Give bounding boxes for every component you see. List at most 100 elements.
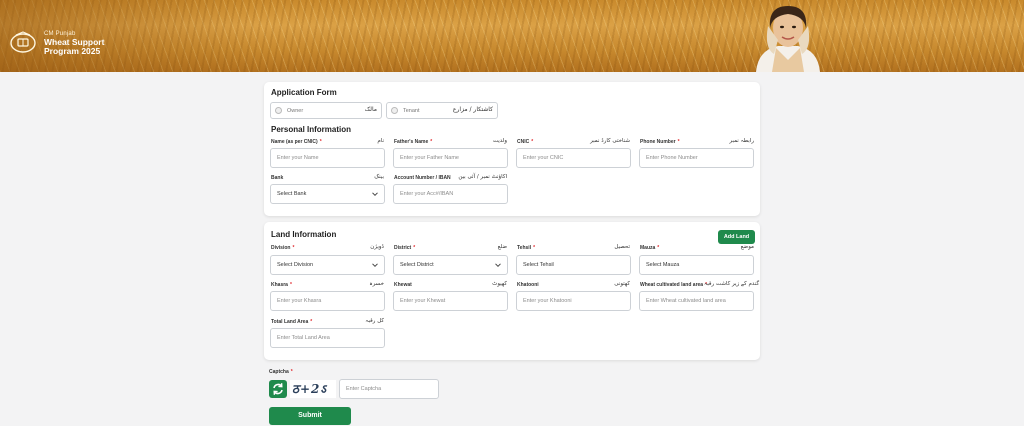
land-information-card: Land Information Add Land Division * ڈویژ… — [264, 222, 760, 360]
chief-minister-portrait — [756, 6, 820, 72]
tenant-radio[interactable] — [391, 107, 398, 114]
captcha-refresh-button[interactable] — [269, 380, 287, 398]
khasra-input[interactable]: Enter your Khasra — [270, 291, 385, 311]
division-select[interactable]: Select Division — [270, 255, 385, 275]
account-label: Account Number / IBAN — [394, 175, 451, 181]
khasra-label-text: Khasra — [271, 282, 288, 288]
name-label: Name (as per CNIC) * — [271, 139, 322, 145]
tenant-option[interactable]: Tenant کاشتکار / مزارع — [386, 102, 498, 119]
land-information-title: Land Information — [271, 230, 337, 239]
division-select-value: Select Division — [277, 262, 314, 268]
mauza-urdu-label: موضع — [740, 244, 754, 250]
required-asterisk: * — [531, 139, 534, 145]
captcha-label-text: Captcha — [269, 369, 289, 375]
district-label: District * — [394, 245, 415, 251]
wheat-area-urdu-label: گندم کے زیر کاشت رقبہ — [704, 281, 760, 287]
tenant-urdu-label: کاشتکار / مزارع — [452, 106, 493, 113]
name-label-text: Name (as per CNIC) — [271, 139, 318, 145]
bank-label: Bank — [271, 175, 284, 181]
khasra-label: Khasra * — [271, 282, 292, 288]
cnic-label: CNIC * — [517, 139, 533, 145]
required-asterisk: * — [290, 369, 293, 375]
khewat-urdu-label: کھیوٹ — [492, 281, 507, 287]
chevron-down-icon — [372, 263, 378, 268]
owner-urdu-label: مالک — [364, 106, 377, 113]
required-asterisk: * — [430, 139, 433, 145]
owner-radio[interactable] — [275, 107, 282, 114]
mauza-select[interactable]: Select Mauza — [639, 255, 754, 275]
tehsil-label: Tehsil * — [517, 245, 535, 251]
cnic-input[interactable]: Enter your CNIC — [516, 148, 631, 168]
name-urdu-label: نام — [377, 138, 384, 144]
cnic-label-text: CNIC — [517, 139, 530, 145]
cnic-urdu-label: شناختی کارڈ نمبر — [590, 138, 630, 144]
header-banner: CM Punjab Wheat Support Program 2025 — [0, 0, 1024, 72]
district-select[interactable]: Select District — [393, 255, 508, 275]
division-label: Division * — [271, 245, 294, 251]
captcha-label: Captcha * — [269, 369, 293, 375]
required-asterisk: * — [310, 319, 313, 325]
phone-label-text: Phone Number — [640, 139, 676, 145]
required-asterisk: * — [413, 245, 416, 251]
owner-option[interactable]: Owner مالک — [270, 102, 382, 119]
tehsil-urdu-label: تحصیل — [614, 244, 630, 250]
khatooni-urdu-label: کھتونی — [614, 281, 630, 287]
brand-title-line2: Program 2025 — [44, 46, 101, 56]
required-asterisk: * — [677, 139, 680, 145]
phone-input[interactable]: Enter Phone Number — [639, 148, 754, 168]
punjab-logo-icon — [10, 31, 36, 53]
add-land-button[interactable]: Add Land — [718, 230, 755, 244]
brand-title: Wheat Support Program 2025 — [44, 38, 154, 56]
application-form-title: Application Form — [271, 88, 337, 97]
name-input[interactable]: Enter your Name — [270, 148, 385, 168]
mauza-label-text: Mauza — [640, 245, 656, 251]
district-select-value: Select District — [400, 262, 434, 268]
tenant-label: Tenant — [403, 108, 420, 114]
chevron-down-icon — [372, 192, 378, 197]
father-name-urdu-label: ولدیت — [492, 138, 507, 144]
account-input[interactable]: Enter your Acc#/IBAN — [393, 184, 508, 204]
total-area-urdu-label: کل رقبہ — [365, 318, 384, 324]
chevron-down-icon — [495, 263, 501, 268]
account-urdu-label: اکاؤنٹ نمبر / آئی بین — [458, 174, 507, 180]
application-form-card: Application Form Owner مالک Tenant کاشتک… — [264, 82, 760, 216]
required-asterisk: * — [533, 245, 536, 251]
khatooni-label: Khatooni — [517, 282, 539, 288]
division-label-text: Division — [271, 245, 291, 251]
bank-urdu-label: بینک — [374, 174, 384, 180]
banner-shade — [0, 0, 260, 72]
district-label-text: District — [394, 245, 412, 251]
khasra-urdu-label: خسرہ — [369, 281, 384, 287]
bank-select[interactable]: Select Bank — [270, 184, 385, 204]
father-name-label-text: Father's Name — [394, 139, 429, 145]
submit-button[interactable]: Submit — [269, 407, 351, 425]
khatooni-input[interactable]: Enter your Khatooni — [516, 291, 631, 311]
district-urdu-label: ضلع — [497, 244, 507, 250]
father-name-label: Father's Name * — [394, 139, 432, 145]
required-asterisk: * — [657, 245, 660, 251]
total-area-label: Total Land Area * — [271, 319, 312, 325]
tehsil-label-text: Tehsil — [517, 245, 532, 251]
khewat-input[interactable]: Enter your Khewat — [393, 291, 508, 311]
phone-urdu-label: رابطہ نمبر — [729, 138, 754, 144]
bank-select-value: Select Bank — [277, 191, 307, 197]
father-name-input[interactable]: Enter your Father Name — [393, 148, 508, 168]
total-area-label-text: Total Land Area — [271, 319, 309, 325]
required-asterisk: * — [292, 245, 295, 251]
captcha-input[interactable]: Enter Captcha — [339, 379, 439, 399]
wheat-area-input[interactable]: Enter Wheat cultivated land area — [639, 291, 754, 311]
refresh-icon — [273, 383, 283, 395]
required-asterisk: * — [319, 139, 322, 145]
captcha-image: ठ+2ऽ — [290, 380, 336, 398]
personal-information-title: Personal Information — [271, 125, 352, 134]
division-urdu-label: ڈویژن — [370, 244, 384, 250]
owner-label: Owner — [287, 108, 304, 114]
required-asterisk: * — [289, 282, 292, 288]
khewat-label: Khewat — [394, 282, 412, 288]
total-area-input[interactable]: Enter Total Land Area — [270, 328, 385, 348]
wheat-area-label-text: Wheat cultivated land area — [640, 282, 704, 288]
tehsil-select[interactable]: Select Tehsil — [516, 255, 631, 275]
mauza-label: Mauza * — [640, 245, 659, 251]
phone-label: Phone Number * — [640, 139, 680, 145]
wheat-area-label: Wheat cultivated land area * — [640, 282, 707, 288]
